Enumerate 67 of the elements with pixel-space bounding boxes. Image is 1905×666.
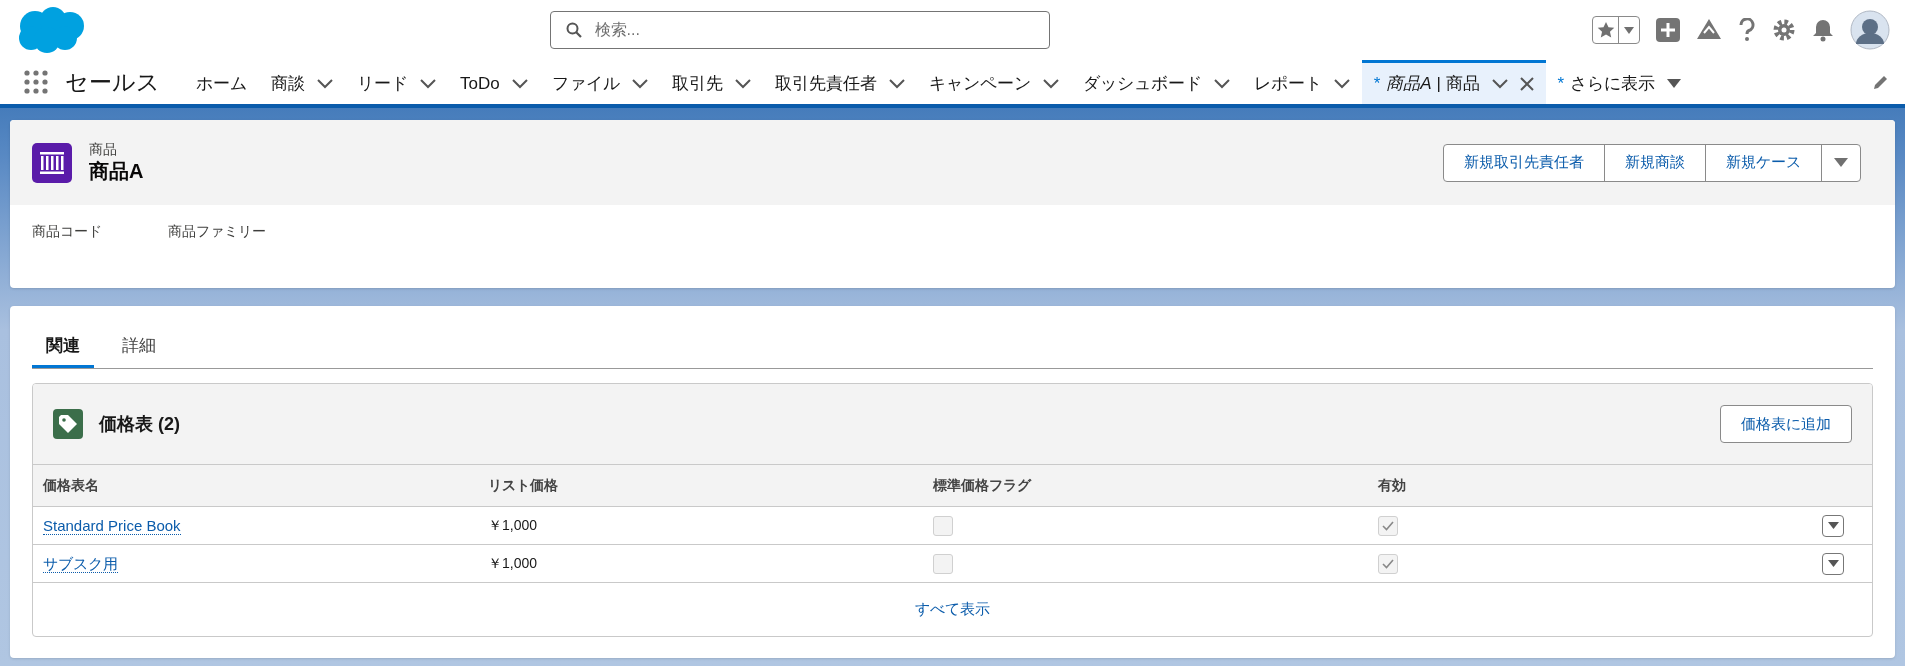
- nav-tab[interactable]: 取引先責任者: [762, 60, 917, 104]
- chevron-down-icon[interactable]: [888, 78, 905, 89]
- field-label: 商品ファミリー: [168, 222, 266, 241]
- field-label: 商品コード: [32, 222, 102, 241]
- column-header: 価格表名: [43, 476, 100, 495]
- row-actions-button[interactable]: [1822, 552, 1844, 575]
- user-avatar[interactable]: [1850, 10, 1890, 50]
- nav-tab[interactable]: キャンペーン: [916, 60, 1071, 104]
- chevron-down-icon[interactable]: [1042, 78, 1059, 89]
- caret-down-icon: [1827, 522, 1839, 529]
- search-field[interactable]: 検索...: [549, 11, 1050, 49]
- record-tab[interactable]: 詳細: [108, 326, 170, 368]
- record-tab[interactable]: 関連: [32, 326, 94, 368]
- object-type-label: 商品: [89, 141, 118, 159]
- app-launcher-icon[interactable]: [24, 70, 48, 94]
- barcode-icon: [32, 142, 72, 183]
- row-actions-button[interactable]: [1822, 514, 1844, 537]
- star-icon: [1596, 21, 1615, 39]
- price-book-link[interactable]: Standard Price Book: [43, 516, 181, 535]
- chevron-down-icon[interactable]: [511, 78, 528, 89]
- price-tag-icon: [53, 409, 83, 439]
- record-title: 商品A: [89, 158, 144, 184]
- price-book-link[interactable]: サブスク用: [43, 554, 118, 573]
- chevron-down-icon[interactable]: [1333, 78, 1350, 89]
- related-list-title: 価格表 (2): [99, 412, 180, 436]
- notification-bell-icon[interactable]: [1812, 18, 1834, 42]
- caret-down-icon: [1827, 560, 1839, 567]
- nav-tab[interactable]: 取引先: [659, 60, 763, 104]
- column-header: 有効: [1378, 476, 1407, 495]
- column-header: 標準価格フラグ: [933, 476, 1033, 495]
- caret-down-icon: [1834, 158, 1848, 167]
- nav-tab[interactable]: ダッシュボード: [1070, 60, 1242, 104]
- action-button[interactable]: 新規商談: [1605, 144, 1706, 181]
- settings-icon[interactable]: [1772, 18, 1796, 42]
- list-price-cell-text: ￥1,000: [488, 554, 539, 573]
- list-price-cell-text: ￥1,000: [488, 516, 539, 535]
- nav-tab[interactable]: ホーム: [184, 60, 259, 104]
- check-icon: [1382, 520, 1394, 531]
- close-icon[interactable]: [1519, 76, 1534, 91]
- add-to-price-book-button[interactable]: 価格表に追加: [1720, 405, 1852, 443]
- action-button[interactable]: 新規取引先責任者: [1444, 144, 1605, 181]
- chevron-down-icon[interactable]: [420, 78, 436, 89]
- nav-tab[interactable]: リード: [345, 60, 448, 104]
- chevron-down-icon[interactable]: [1213, 78, 1230, 89]
- favorites-button[interactable]: [1592, 16, 1640, 44]
- nav-tab[interactable]: レポート: [1241, 60, 1362, 104]
- chevron-down-icon[interactable]: [631, 78, 648, 89]
- column-header: リスト価格: [488, 476, 559, 495]
- nav-tab[interactable]: ファイル: [539, 60, 660, 104]
- app-name: セールス: [65, 67, 160, 97]
- nav-tab[interactable]: * さらに表示: [1545, 60, 1694, 104]
- mountain-icon[interactable]: [1696, 18, 1722, 42]
- help-icon[interactable]: [1738, 18, 1756, 42]
- edit-pencil-icon[interactable]: [1873, 74, 1889, 90]
- chevron-down-icon[interactable]: [317, 78, 333, 89]
- search-icon: [565, 22, 582, 38]
- chevron-down-icon[interactable]: [734, 78, 751, 89]
- view-all-link[interactable]: すべて表示: [915, 598, 990, 621]
- chevron-down-icon[interactable]: [1491, 78, 1508, 89]
- nav-tab[interactable]: * 商品A | 商品: [1361, 60, 1546, 104]
- nav-tab[interactable]: 商談: [259, 60, 345, 104]
- check-icon: [1382, 558, 1394, 569]
- action-button[interactable]: 新規ケース: [1706, 144, 1822, 181]
- add-icon[interactable]: [1656, 18, 1680, 42]
- nav-tab[interactable]: ToDo: [448, 60, 540, 104]
- caret-down-icon: [1624, 26, 1634, 34]
- caret-down-icon[interactable]: [1667, 78, 1682, 89]
